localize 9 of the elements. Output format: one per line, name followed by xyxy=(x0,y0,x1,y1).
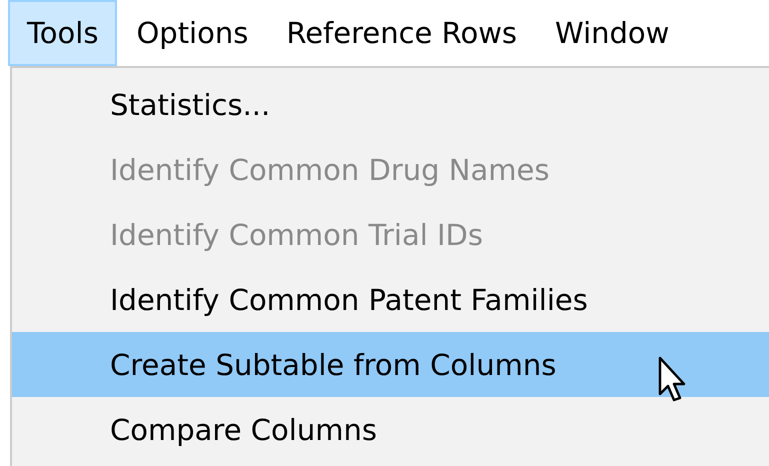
menu-item[interactable]: Compare Columns xyxy=(12,397,769,462)
menu-bar-item[interactable]: Tools xyxy=(8,0,118,66)
menu-item[interactable]: Identify Common Patent Families xyxy=(12,267,769,332)
menu-bar-item[interactable]: Window xyxy=(536,0,688,66)
menu-bar-item[interactable]: Options xyxy=(117,0,268,66)
mouse-pointer-icon xyxy=(658,356,688,404)
menu-item[interactable]: Statistics... xyxy=(12,72,769,137)
menu-item[interactable]: Create Subtable from Columns xyxy=(12,332,769,397)
menu-bar-item[interactable]: Reference Rows xyxy=(267,0,536,66)
